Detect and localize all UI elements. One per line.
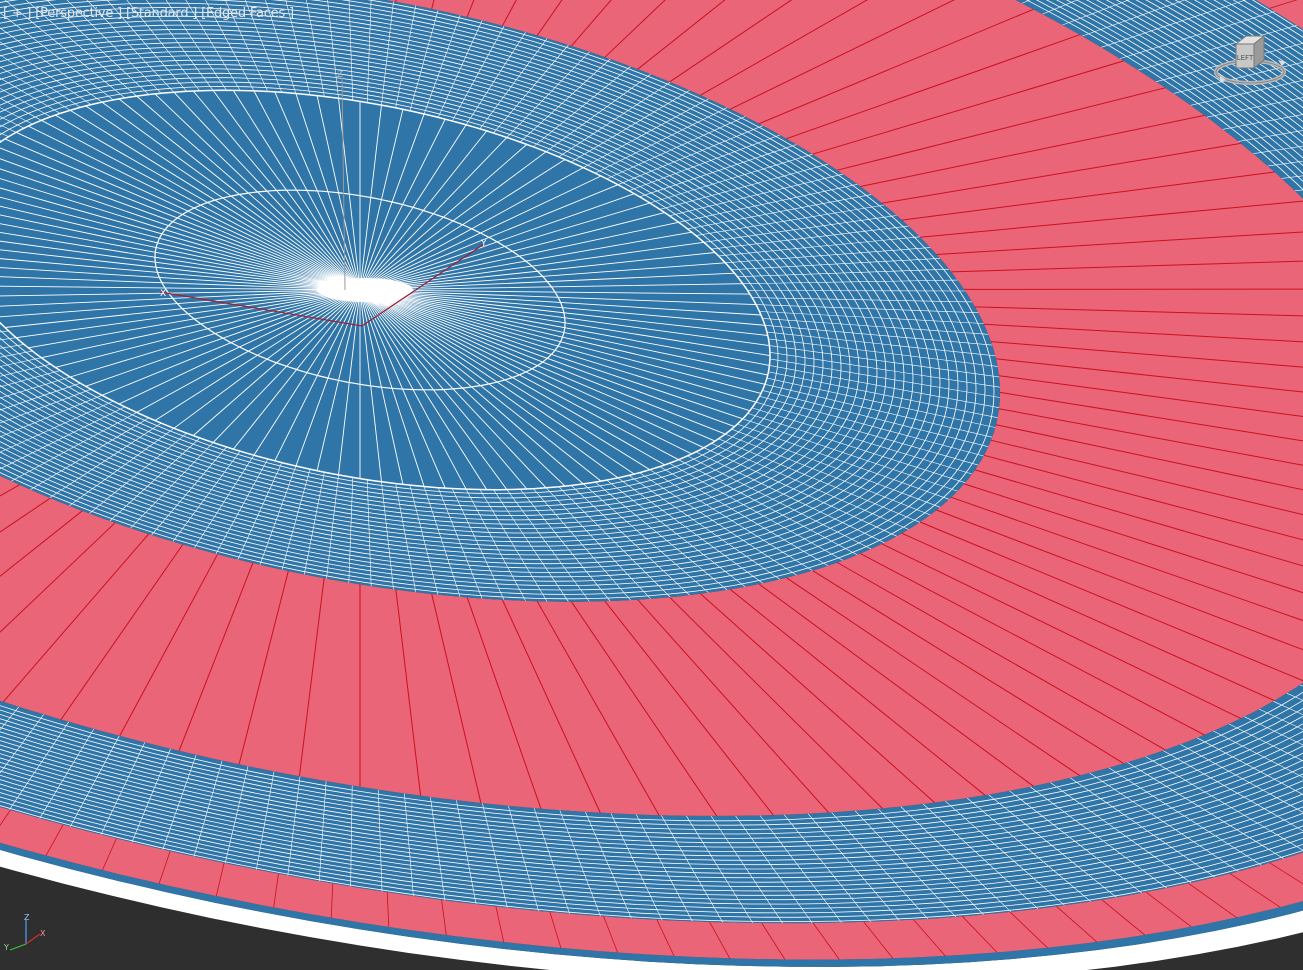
gizmo-z-label: Z bbox=[337, 70, 343, 80]
mini-axis-z-label: Z bbox=[24, 913, 30, 922]
mini-axis-y-label: Y bbox=[3, 943, 9, 952]
gizmo-x-label: X bbox=[160, 289, 166, 299]
viewport-edges-label[interactable]: [Edged Faces ] bbox=[201, 6, 294, 21]
viewport-shading-label[interactable]: [Standard ] bbox=[126, 6, 197, 21]
gizmo-y-label: Y bbox=[480, 239, 487, 249]
perspective-viewport[interactable]: Z X Y [ + ] [Perspective ] [Standard ] [Ed… bbox=[0, 0, 1303, 970]
viewport-view-label[interactable]: [Perspective ] bbox=[35, 6, 122, 21]
mini-axis-x-label: X bbox=[40, 929, 46, 938]
viewcube-icon[interactable]: LEFT bbox=[1208, 30, 1292, 94]
scene-canvas[interactable]: Z X Y bbox=[0, 0, 1303, 970]
viewport-labels: [ + ] [Perspective ] [Standard ] [Edged … bbox=[3, 6, 294, 21]
viewport-menu-plus[interactable]: [ + ] bbox=[3, 6, 32, 21]
center-hub bbox=[317, 278, 413, 302]
axis-tripod-icon: Z Y X bbox=[3, 913, 46, 952]
viewcube-face-label: LEFT bbox=[1237, 54, 1254, 62]
